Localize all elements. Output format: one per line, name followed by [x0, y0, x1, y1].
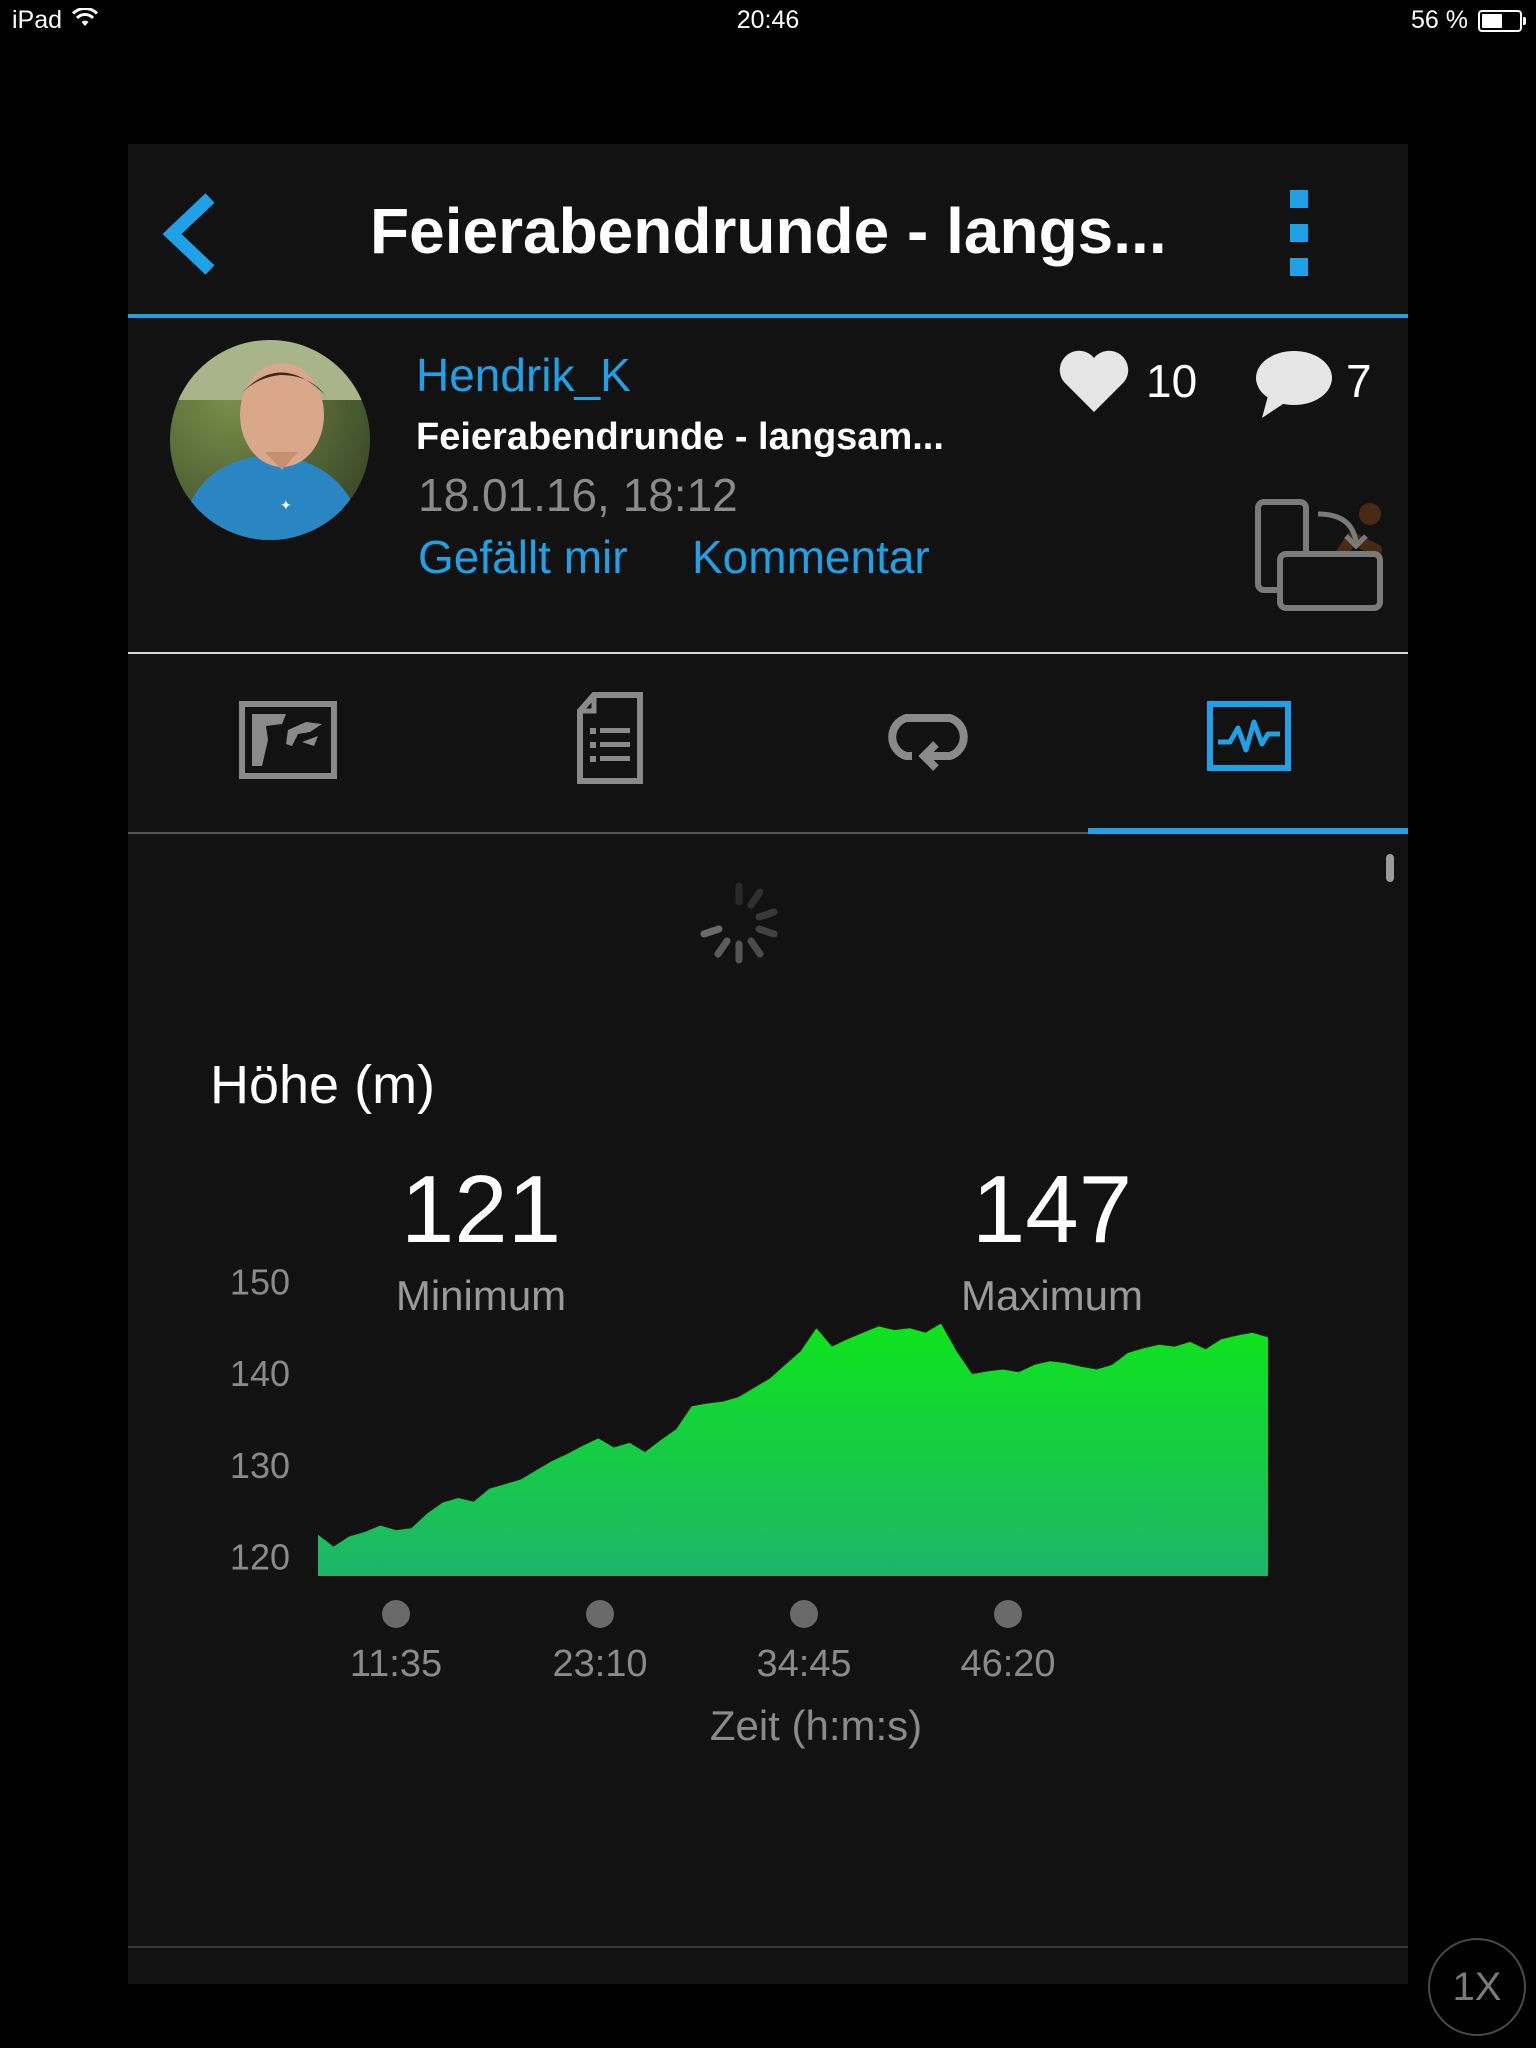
map-icon — [239, 701, 337, 779]
x-tick-label: 23:10 — [552, 1643, 647, 1685]
app-window: Feierabendrunde - langs... ✦ Hendrik_K F… — [128, 144, 1408, 1984]
scroll-indicator[interactable] — [1386, 854, 1394, 882]
activity-name: Feierabendrunde - langsam... — [416, 416, 944, 458]
activity-datetime: 18.01.16, 18:12 — [418, 469, 738, 521]
y-tick-label: 120 — [230, 1537, 290, 1578]
svg-text:✦: ✦ — [280, 498, 292, 514]
status-bar: iPad 20:46 56 % — [0, 0, 1536, 40]
x-tick-marker — [586, 1600, 614, 1628]
x-tick-marker — [790, 1600, 818, 1628]
heart-icon[interactable] — [1056, 348, 1132, 414]
zoom-button[interactable]: 1X — [1428, 1938, 1526, 2036]
x-axis-label: Zeit (h:m:s) — [710, 1702, 922, 1749]
x-tick-marker — [994, 1600, 1022, 1628]
clock: 20:46 — [736, 6, 800, 34]
divider — [128, 1946, 1408, 1948]
x-tick-label: 34:45 — [756, 1643, 851, 1685]
like-count: 10 — [1146, 355, 1198, 407]
loading-spinner-icon — [700, 882, 778, 964]
elevation-chart[interactable]: 150 140 130 120 11:35 23:10 34:45 46:20 Zeit (h:… — [128, 1264, 1408, 1854]
x-tick-label: 11:35 — [350, 1643, 442, 1685]
y-tick-label: 140 — [230, 1353, 290, 1394]
elevation-area — [318, 1323, 1268, 1576]
x-tick-label: 46:20 — [960, 1643, 1055, 1685]
activity-summary: ✦ Hendrik_K Feierabendrunde - langsam...… — [128, 318, 1408, 654]
x-tick-marker — [382, 1600, 410, 1628]
back-chevron-icon[interactable] — [158, 186, 228, 282]
chart-icon — [1207, 701, 1291, 771]
minimum-value: 121 — [400, 1156, 562, 1263]
document-list-icon — [577, 692, 643, 784]
comment-button[interactable]: Kommentar — [692, 530, 930, 584]
tab-details[interactable] — [448, 654, 768, 832]
like-button[interactable]: Gefällt mir — [418, 530, 628, 584]
loop-icon — [888, 714, 968, 771]
comment-bubble-icon[interactable] — [1254, 348, 1334, 420]
tab-laps[interactable] — [768, 654, 1088, 832]
top-bar: Feierabendrunde - langs... — [128, 144, 1408, 318]
y-tick-label: 150 — [230, 1264, 290, 1302]
more-menu-icon[interactable] — [1278, 188, 1318, 278]
avatar[interactable]: ✦ — [170, 340, 370, 540]
y-tick-label: 130 — [230, 1445, 290, 1486]
chart-title: Höhe (m) — [210, 1055, 436, 1115]
username-link[interactable]: Hendrik_K — [416, 348, 631, 402]
maximum-value: 147 — [971, 1156, 1133, 1263]
chart-panel: Höhe (m) 121 Minimum 147 Maximum 150 140 1… — [128, 834, 1408, 1984]
comment-count: 7 — [1346, 355, 1372, 407]
tab-bar — [128, 654, 1408, 834]
tab-map[interactable] — [128, 654, 448, 832]
rotate-device-icon[interactable] — [1252, 498, 1392, 618]
page-title: Feierabendrunde - langs... — [370, 195, 1167, 267]
battery-percentage: 56 % — [1411, 6, 1468, 34]
battery-icon — [1478, 10, 1526, 32]
tab-charts[interactable] — [1088, 654, 1408, 834]
